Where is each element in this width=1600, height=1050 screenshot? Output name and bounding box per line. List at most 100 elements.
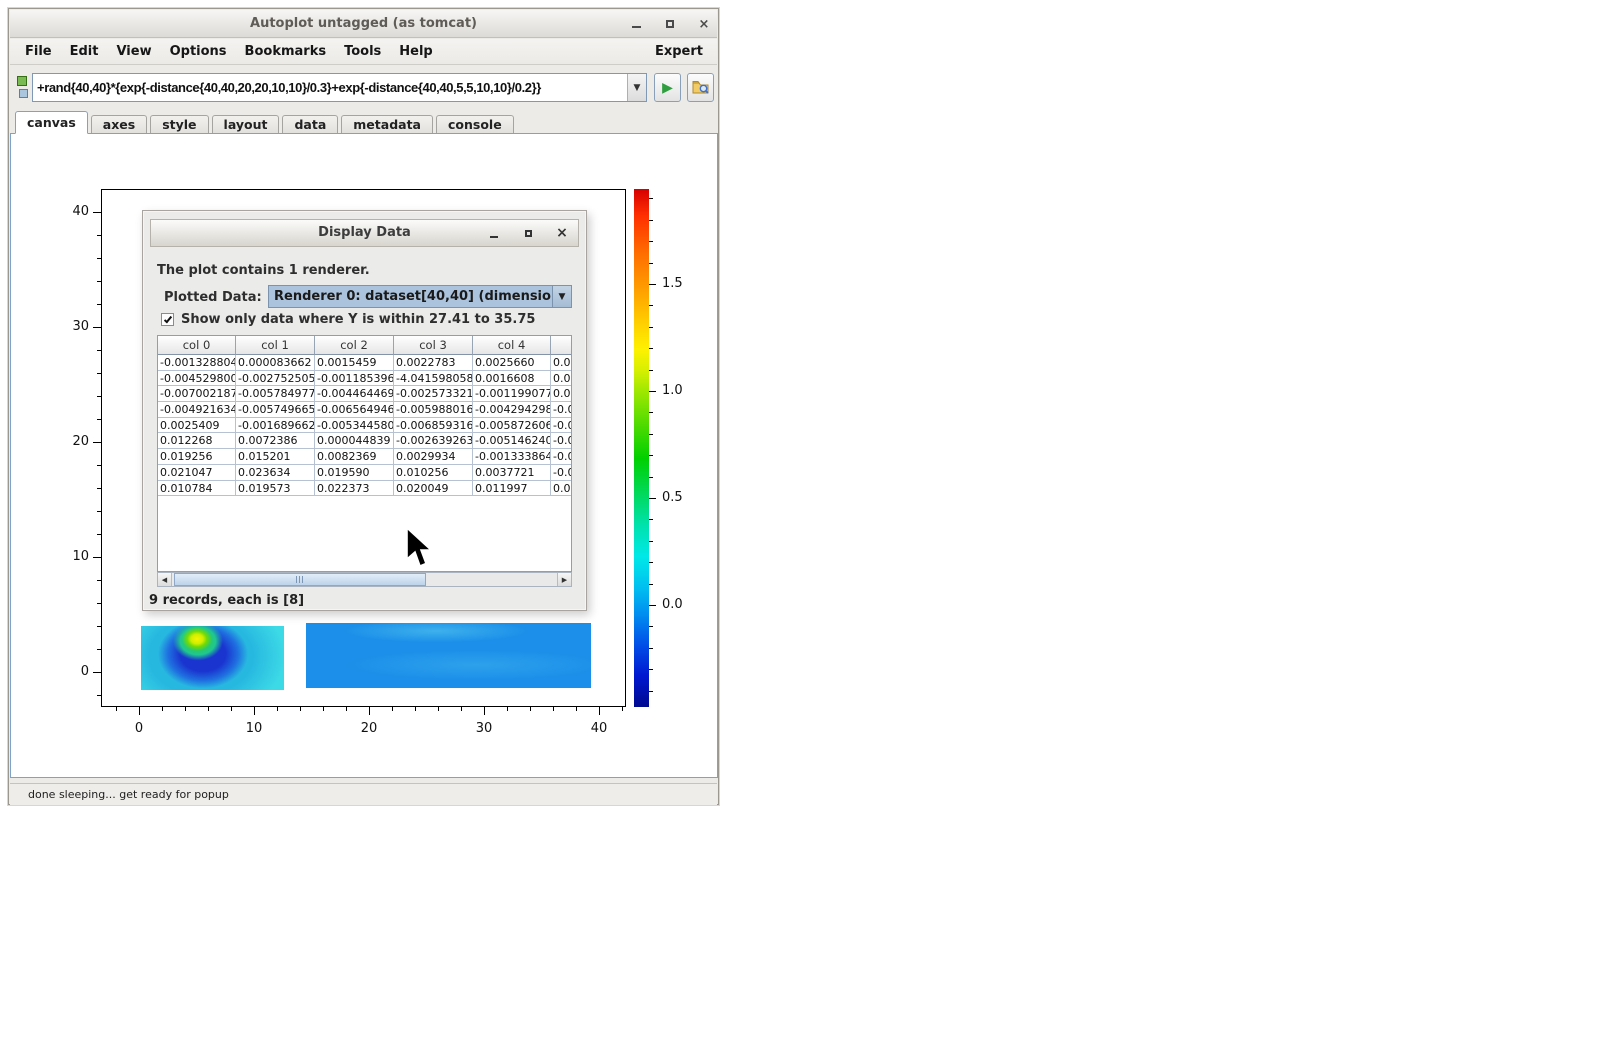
dialog-titlebar[interactable]: Display Data ×: [150, 219, 579, 247]
table-cell: -0.006564946...: [315, 402, 394, 418]
scroll-right-button[interactable]: ▶: [557, 573, 571, 586]
maximize-icon: [525, 230, 532, 237]
menu-bar: FileEditViewOptionsBookmarksToolsHelp Ex…: [10, 39, 717, 65]
menu-view[interactable]: View: [107, 39, 160, 64]
scrollbar-track[interactable]: [172, 573, 557, 586]
menu-bar-items: FileEditViewOptionsBookmarksToolsHelp: [16, 39, 442, 64]
table-cell: -0.007002187...: [158, 386, 236, 402]
menu-edit[interactable]: Edit: [61, 39, 108, 64]
tab-bar: canvasaxesstylelayoutdatametadataconsole: [15, 112, 717, 134]
record-summary: 9 records, each is [8]: [149, 593, 304, 608]
inspect-uri-button[interactable]: [687, 73, 714, 102]
table-cell: -0.0: [551, 402, 572, 418]
table-cell: 0.0037721: [473, 465, 551, 481]
scrollbar-thumb[interactable]: [174, 573, 426, 586]
column-header[interactable]: col 1: [236, 336, 315, 355]
plotted-data-combobox[interactable]: Renderer 0: dataset[40,40] (dimension...…: [268, 285, 572, 308]
combobox-value: Renderer 0: dataset[40,40] (dimension...: [274, 286, 551, 307]
column-header[interactable]: col 3: [394, 336, 473, 355]
table-cell: 0.00: [551, 481, 572, 497]
table-cell: 0.00: [551, 386, 572, 402]
table-row[interactable]: -0.004529800...-0.002752505...-0.0011853…: [158, 371, 571, 387]
table-row[interactable]: -0.004921634...-0.005749665...-0.0065649…: [158, 402, 571, 418]
menu-tools[interactable]: Tools: [335, 39, 390, 64]
uri-value: +rand{40,40}*{exp{-distance{40,40,20,20,…: [37, 74, 626, 101]
table-cell: 0.019256: [158, 449, 236, 465]
data-table[interactable]: col 0col 1col 2col 3col 4 -0.001328804..…: [157, 335, 572, 572]
table-cell: 0.00: [551, 371, 572, 387]
table-cell: -0.005988016...: [394, 402, 473, 418]
window-title: Autoplot untagged (as tomcat): [10, 10, 717, 38]
table-row[interactable]: -0.007002187...-0.005784977...-0.0044644…: [158, 386, 571, 402]
dialog-maximize-button[interactable]: [520, 225, 536, 241]
menu-help[interactable]: Help: [390, 39, 441, 64]
menu-bookmarks[interactable]: Bookmarks: [236, 39, 336, 64]
tab-console[interactable]: console: [436, 115, 514, 134]
tab-layout[interactable]: layout: [212, 115, 280, 134]
table-cell: -0.002639263...: [394, 433, 473, 449]
table-cell: -0.0: [551, 449, 572, 465]
dialog-close-button[interactable]: ×: [554, 225, 570, 241]
table-cell: 0.0082369: [315, 449, 394, 465]
filter-checkbox-row: Show only data where Y is within 27.41 t…: [161, 312, 535, 327]
close-icon: ×: [699, 17, 710, 32]
window-minimize-button[interactable]: [627, 15, 645, 33]
table-row[interactable]: 0.0107840.0195730.0223730.0200490.011997…: [158, 481, 571, 497]
table-cell: 0.010784: [158, 481, 236, 497]
tab-canvas[interactable]: canvas: [15, 111, 88, 134]
table-cell: -0.004294298...: [473, 402, 551, 418]
filter-checkbox[interactable]: [161, 313, 174, 326]
tab-data[interactable]: data: [282, 115, 338, 134]
column-header[interactable]: [551, 336, 572, 355]
table-cell: 0.019590: [315, 465, 394, 481]
table-row[interactable]: 0.0025409-0.001689662...-0.005344580...-…: [158, 418, 571, 434]
folder-search-icon: [692, 80, 710, 95]
combobox-arrow-button[interactable]: ▼: [552, 286, 571, 307]
table-cell: -0.005146240...: [473, 433, 551, 449]
table-cell: -0.005344580...: [315, 418, 394, 434]
menu-file[interactable]: File: [16, 39, 61, 64]
table-row[interactable]: 0.0210470.0236340.0195900.0102560.003772…: [158, 465, 571, 481]
table-cell: -0.0: [551, 465, 572, 481]
arrow-right-icon: ▶: [562, 576, 567, 584]
table-cell: -0.002573321...: [394, 386, 473, 402]
column-header[interactable]: col 4: [473, 336, 551, 355]
plot-element-icon: [19, 89, 28, 98]
table-cell: 0.021047: [158, 465, 236, 481]
status-message: done sleeping... get ready for popup: [28, 784, 229, 806]
tab-style[interactable]: style: [150, 115, 208, 134]
scroll-left-button[interactable]: ◀: [158, 573, 172, 586]
table-cell: 0.015201: [236, 449, 315, 465]
table-header-row: col 0col 1col 2col 3col 4: [158, 336, 571, 355]
table-cell: 0.0072386: [236, 433, 315, 449]
table-row[interactable]: -0.001328804...0.0000836620.00154590.002…: [158, 355, 571, 371]
table-cell: 0.011997: [473, 481, 551, 497]
window-titlebar[interactable]: Autoplot untagged (as tomcat) ×: [10, 10, 717, 38]
uri-dropdown-button[interactable]: ▼: [627, 74, 646, 101]
menu-expert[interactable]: Expert: [647, 44, 711, 59]
tab-metadata[interactable]: metadata: [341, 115, 433, 134]
tab-axes[interactable]: axes: [91, 115, 147, 134]
table-cell: 0.0022783: [394, 355, 473, 371]
table-cell: -0.0: [551, 418, 572, 434]
filter-checkbox-label: Show only data where Y is within 27.41 t…: [181, 312, 535, 327]
table-cell: 0.023634: [236, 465, 315, 481]
table-row[interactable]: 0.0122680.00723860.000044839-0.002639263…: [158, 433, 571, 449]
minimize-icon: [490, 236, 498, 238]
table-cell: 0.020049: [394, 481, 473, 497]
table-cell: -0.001185396...: [315, 371, 394, 387]
go-button[interactable]: ▶: [654, 73, 681, 102]
table-horizontal-scrollbar[interactable]: ◀ ▶: [157, 572, 572, 587]
table-row[interactable]: 0.0192560.0152010.00823690.0029934-0.001…: [158, 449, 571, 465]
window-close-button[interactable]: ×: [695, 15, 713, 33]
dialog-minimize-button[interactable]: [486, 225, 502, 241]
column-header[interactable]: col 2: [315, 336, 394, 355]
window-maximize-button[interactable]: [661, 15, 679, 33]
table-cell: 0.0015459: [315, 355, 394, 371]
column-header[interactable]: col 0: [158, 336, 236, 355]
table-cell: -0.002752505...: [236, 371, 315, 387]
uri-input[interactable]: +rand{40,40}*{exp{-distance{40,40,20,20,…: [32, 73, 647, 102]
menu-options[interactable]: Options: [161, 39, 236, 64]
table-cell: 0.022373: [315, 481, 394, 497]
datasource-status-icon: [17, 76, 27, 86]
